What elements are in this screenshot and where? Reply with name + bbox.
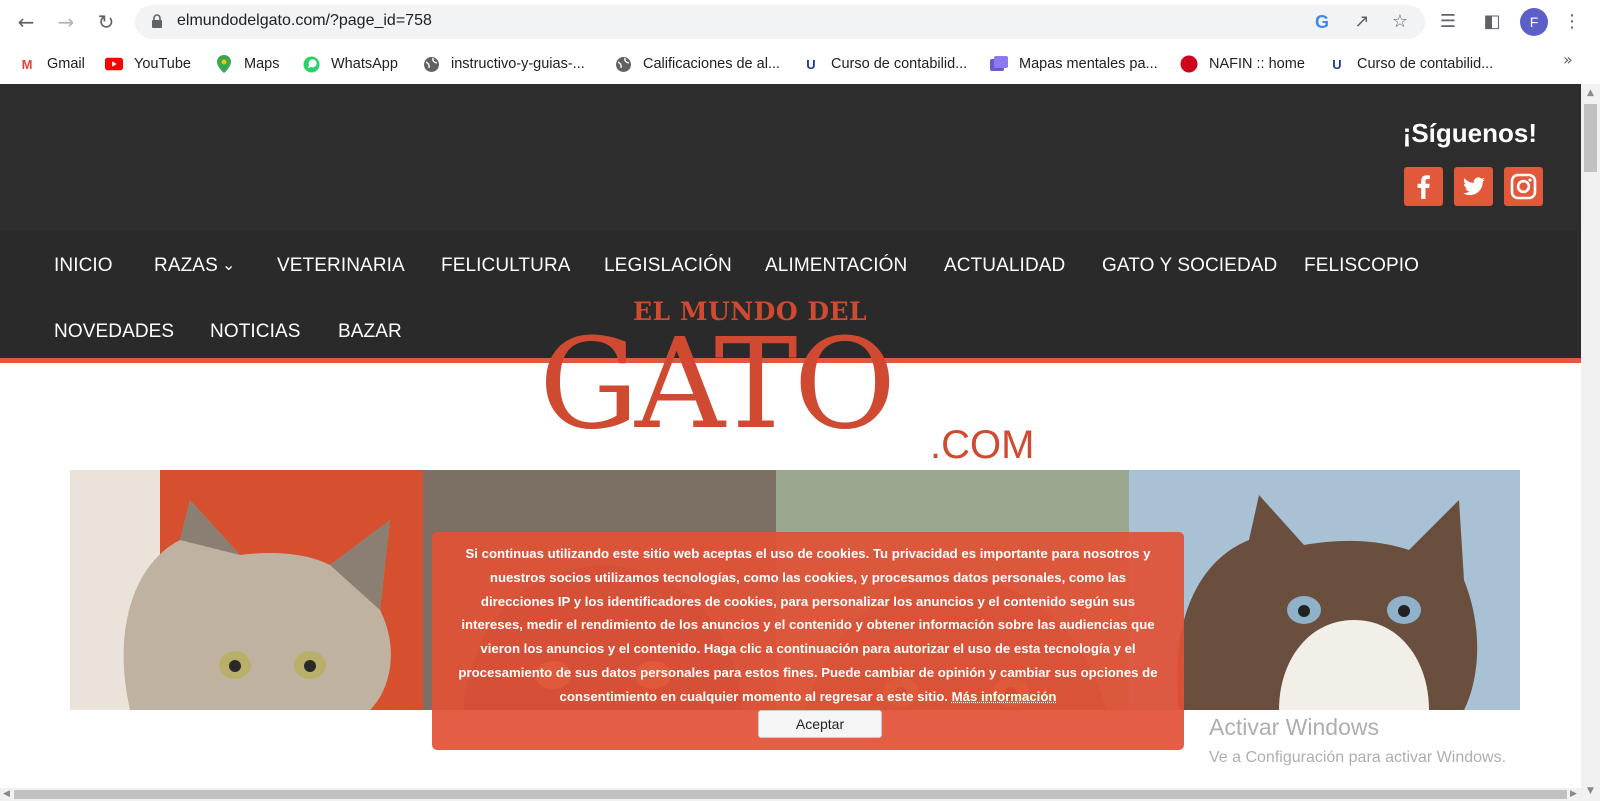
cat-photo <box>1129 470 1520 710</box>
horizontal-scrollbar[interactable]: ◀ ▶ <box>0 788 1581 801</box>
share-icon[interactable]: ↗ <box>1351 11 1373 33</box>
bookmark-label: Calificaciones de al... <box>643 56 781 72</box>
youtube-icon <box>105 55 123 73</box>
bookmark-label: Curso de contabilid... <box>831 56 968 72</box>
browser-toolbar: ← → ↻ elmundodelgato.com/?page_id=758 G … <box>0 0 1600 44</box>
bookmark-mapas[interactable]: Mapas mentales pa... <box>990 52 1158 76</box>
globe-icon <box>422 55 440 73</box>
site-logo-suffix: .COM <box>930 423 1035 467</box>
more-info-link[interactable]: Más información <box>952 689 1057 704</box>
cookie-consent-banner: Si continuas utilizando este sitio web a… <box>432 532 1184 750</box>
vertical-scrollbar[interactable]: ▲ ▼ <box>1581 84 1600 801</box>
nav-inicio[interactable]: INICIO <box>54 255 113 277</box>
back-icon[interactable]: ← <box>12 8 40 36</box>
gmail-icon: M <box>21 56 33 72</box>
scroll-up-icon[interactable]: ▲ <box>1587 88 1594 98</box>
nav-noticias[interactable]: NOTICIAS <box>210 321 301 343</box>
windows-watermark-title: Activar Windows <box>1209 714 1379 740</box>
bookmark-label: YouTube <box>134 56 191 72</box>
nafin-icon <box>1180 55 1198 73</box>
bookmarks-bar: M Gmail YouTube Maps WhatsApp instructiv… <box>0 44 1600 84</box>
bookmarks-more-icon[interactable]: » <box>1563 50 1573 69</box>
bookmark-instructivo[interactable]: instructivo-y-guias-... <box>422 52 585 76</box>
nav-bazar[interactable]: BAZAR <box>338 321 402 343</box>
side-panel-icon[interactable]: ◧ <box>1480 10 1504 34</box>
bookmark-label: NAFIN :: home <box>1209 56 1305 72</box>
windows-watermark-subtitle: Ve a Configuración para activar Windows. <box>1209 749 1507 766</box>
bookmark-label: Curso de contabilid... <box>1357 56 1494 72</box>
u-icon: U <box>806 56 816 72</box>
globe-icon <box>614 55 632 73</box>
bookmark-label: Maps <box>244 56 280 72</box>
site-top-bar: ¡Síguenos! <box>0 84 1581 231</box>
bookmark-youtube[interactable]: YouTube <box>105 52 191 76</box>
scroll-right-icon[interactable]: ▶ <box>1570 789 1577 799</box>
whatsapp-icon <box>302 55 320 73</box>
site-logo[interactable]: GATO <box>539 322 896 447</box>
bookmark-whatsapp[interactable]: WhatsApp <box>302 52 398 76</box>
reload-icon[interactable]: ↻ <box>92 8 120 36</box>
cookie-message: Si continuas utilizando este sitio web a… <box>458 546 1158 704</box>
nav-gato-y-sociedad[interactable]: GATO Y SOCIEDAD <box>1102 255 1277 277</box>
nav-felicultura[interactable]: FELICULTURA <box>441 255 571 277</box>
vertical-scroll-thumb[interactable] <box>1584 104 1597 172</box>
twitter-icon[interactable] <box>1454 167 1493 206</box>
nav-razas[interactable]: RAZAS <box>154 255 218 277</box>
address-bar[interactable]: elmundodelgato.com/?page_id=758 G ↗ ☆ <box>135 5 1425 39</box>
forward-icon[interactable]: → <box>52 8 80 36</box>
bookmark-label: Gmail <box>47 56 85 72</box>
nav-veterinaria[interactable]: VETERINARIA <box>277 255 405 277</box>
menu-kebab-icon[interactable]: ⋮ <box>1560 10 1584 34</box>
accept-button[interactable]: Aceptar <box>758 710 882 738</box>
follow-heading: ¡Síguenos! <box>1402 118 1537 148</box>
instagram-icon[interactable] <box>1504 167 1543 206</box>
horizontal-scroll-thumb[interactable] <box>14 790 1567 799</box>
nav-actualidad[interactable]: ACTUALIDAD <box>944 255 1065 277</box>
bookmark-label: instructivo-y-guias-... <box>451 56 585 72</box>
bookmark-nafin[interactable]: NAFIN :: home <box>1180 52 1305 76</box>
bookmark-calificaciones[interactable]: Calificaciones de al... <box>614 52 780 76</box>
cat-photo <box>70 470 423 710</box>
bookmark-gmail[interactable]: M Gmail <box>18 52 85 76</box>
scroll-down-icon[interactable]: ▼ <box>1587 786 1594 796</box>
google-icon[interactable]: G <box>1311 11 1333 33</box>
chevron-down-icon[interactable]: ⌄ <box>222 255 236 275</box>
bookmark-curso-2[interactable]: U Curso de contabilid... <box>1328 52 1493 76</box>
u-icon: U <box>1332 56 1342 72</box>
nav-feliscopio[interactable]: FELISCOPIO <box>1304 255 1419 277</box>
scroll-left-icon[interactable]: ◀ <box>3 789 10 799</box>
nav-alimentacion[interactable]: ALIMENTACIÓN <box>765 255 907 277</box>
facebook-icon[interactable] <box>1404 167 1443 206</box>
slides-icon <box>990 55 1008 73</box>
star-icon[interactable]: ☆ <box>1389 11 1411 33</box>
profile-avatar[interactable]: F <box>1520 8 1548 36</box>
lock-icon <box>152 14 162 28</box>
bookmark-label: Mapas mentales pa... <box>1019 56 1158 72</box>
bookmark-curso-1[interactable]: U Curso de contabilid... <box>802 52 967 76</box>
cookie-text-block: Si continuas utilizando este sitio web a… <box>458 542 1158 709</box>
bookmark-maps[interactable]: Maps <box>215 52 279 76</box>
maps-icon <box>215 55 233 73</box>
nav-novedades[interactable]: NOVEDADES <box>54 321 174 343</box>
nav-legislacion[interactable]: LEGISLACIÓN <box>604 255 732 277</box>
reading-list-icon[interactable]: ☰ <box>1436 10 1460 34</box>
bookmark-label: WhatsApp <box>331 56 398 72</box>
url-text[interactable]: elmundodelgato.com/?page_id=758 <box>177 12 432 30</box>
